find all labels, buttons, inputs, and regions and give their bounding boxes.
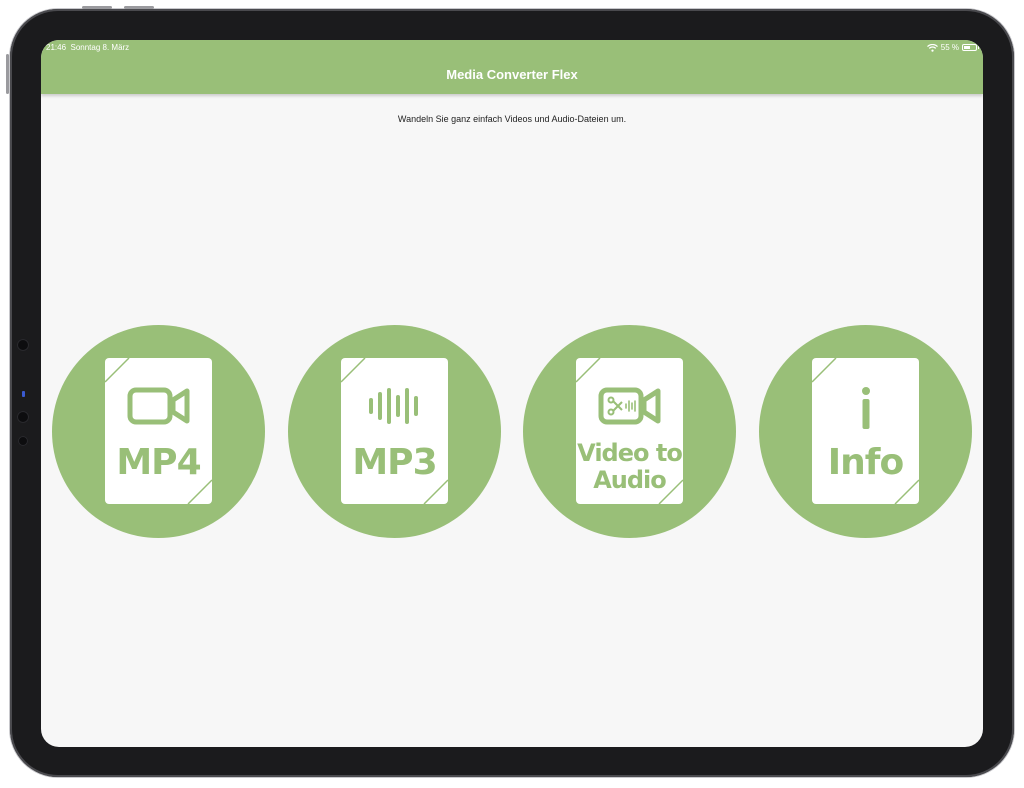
battery-percent: 55 % <box>940 43 959 52</box>
audio-wave-icon <box>341 386 448 426</box>
video-to-audio-label-line1: Video to <box>577 439 683 467</box>
mp4-card: MP4 <box>105 358 212 504</box>
navigation-bar: 21:46 Sonntag 8. März 55 % Media Convert… <box>41 40 983 94</box>
camera-dot-3 <box>18 436 28 446</box>
info-button[interactable]: Info <box>759 325 972 538</box>
sensor-dot <box>22 391 25 397</box>
info-label: Info <box>827 442 904 483</box>
top-button <box>82 6 112 9</box>
info-icon <box>812 386 919 430</box>
side-button <box>6 54 9 94</box>
battery-icon <box>962 44 979 51</box>
app-screen: 21:46 Sonntag 8. März 55 % Media Convert… <box>41 40 983 747</box>
top-button-2 <box>124 6 154 9</box>
mp3-label: MP3 <box>352 442 437 483</box>
video-to-audio-button[interactable]: Video to Audio <box>523 325 736 538</box>
video-to-audio-icon <box>576 386 683 426</box>
status-right: 55 % <box>926 43 979 52</box>
camera-dot-2 <box>17 411 29 423</box>
camera-dot <box>17 339 29 351</box>
wifi-icon <box>926 43 938 52</box>
status-time-date: 21:46 Sonntag 8. März <box>46 43 129 52</box>
mp4-button[interactable]: MP4 <box>52 325 265 538</box>
video-to-audio-label-line2: Audio <box>593 466 667 494</box>
video-camera-icon <box>105 386 212 426</box>
page-title: Media Converter Flex <box>446 67 578 82</box>
info-card: Info <box>812 358 919 504</box>
mp4-label: MP4 <box>116 442 201 483</box>
video-to-audio-card: Video to Audio <box>576 358 683 504</box>
status-time: 21:46 <box>46 43 67 52</box>
mp3-card: MP3 <box>341 358 448 504</box>
status-date: Sonntag 8. März <box>70 43 130 52</box>
mp3-button[interactable]: MP3 <box>288 325 501 538</box>
subtitle-text: Wandeln Sie ganz einfach Videos und Audi… <box>397 114 627 124</box>
